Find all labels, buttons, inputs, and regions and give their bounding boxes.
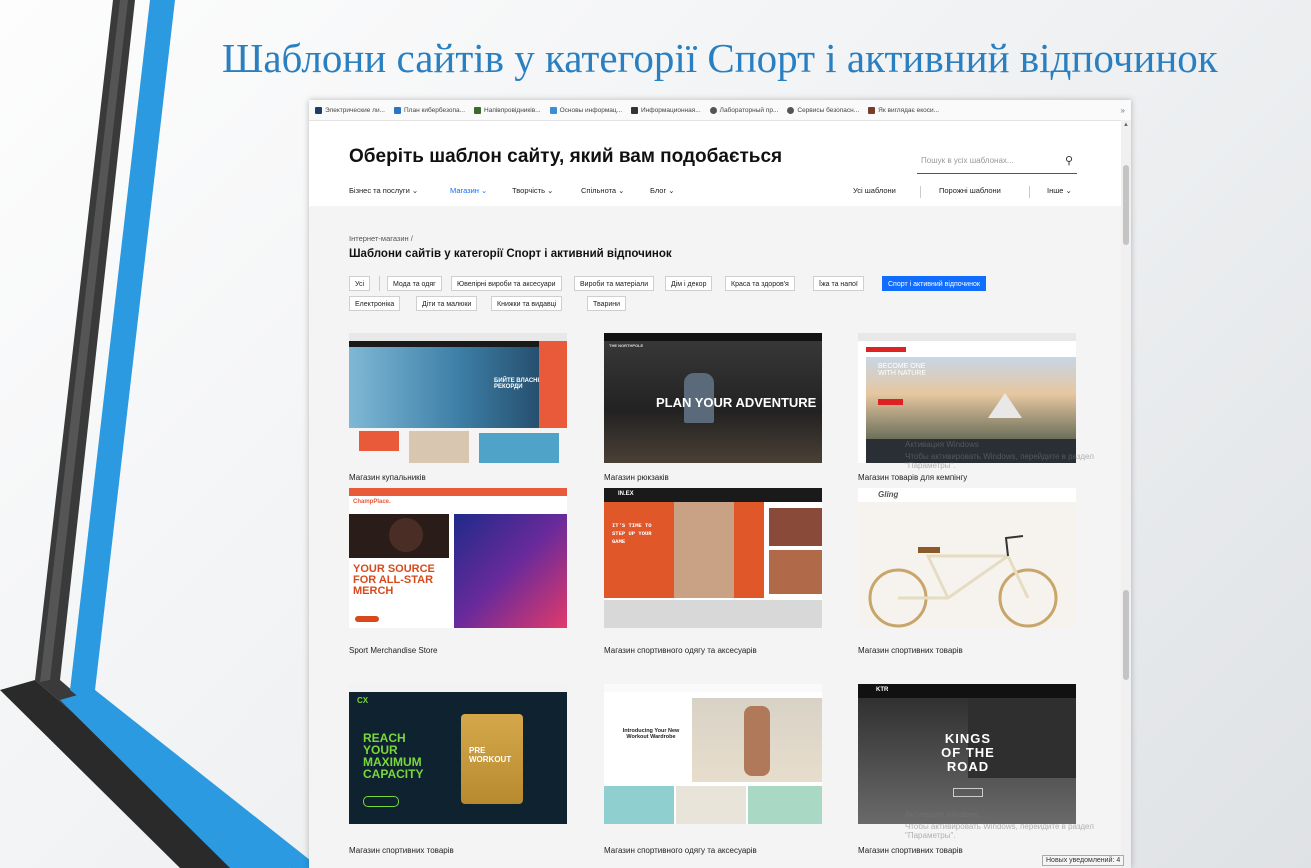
chip-all[interactable]: Усі [349,276,371,291]
template-thumbnail[interactable]: ChampPlace. YOUR SOURCE FOR ALL-STAR MER… [349,488,567,628]
scrollbar-thumb[interactable] [1123,165,1129,245]
nav-creativity[interactable]: Творчість ⌄ [512,186,553,195]
nav-blank-templates[interactable]: Порожні шаблони [939,186,1001,195]
search-icon[interactable]: ⚲ [1065,154,1073,167]
thumbnail-brand: Gling [878,490,899,499]
thumbnail-brand: KTR [876,687,889,693]
bookmark-item[interactable]: Сервисы безопасн... [787,106,859,114]
template-thumbnail[interactable]: БИЙТЕ ВЛАСНІ РЕКОРДИ [349,333,567,463]
template-thumbnail[interactable]: KTR KINGS OF THE ROAD [858,684,1076,824]
nav-divider [920,186,921,198]
windows-activation-text: Чтобы активировать Windows, перейдите в … [905,822,1094,840]
template-thumbnail[interactable]: IN.EX IT'S TIME TO STEP UP YOUR GAME [604,488,822,628]
template-card[interactable]: CX REACH YOUR MAXIMUM CAPACITY PRE WORKO… [349,684,567,859]
browser-window: Электрические ли... План кибербезопа... … [309,100,1131,868]
thumbnail-headline: BECOME ONE WITH NATURE [878,363,927,377]
windows-activation-text: Чтобы активировать Windows, перейдите в … [905,452,1094,470]
scrollbar-thumb[interactable] [1123,590,1129,680]
bookmark-item[interactable]: Напівпровідників... [474,106,541,114]
nav-all-templates[interactable]: Усі шаблони [853,186,896,195]
template-card[interactable]: Gling Магазин спортивних товарів [858,488,1076,663]
nav-divider [1029,186,1030,198]
notifications-badge[interactable]: Новых уведомлений: 4 [1042,855,1125,866]
slide-title: Шаблони сайтів у категорії Спорт і актив… [222,35,1218,81]
chip-pets[interactable]: Тварини [587,296,627,311]
bookmark-item[interactable]: Лабораторный пр... [709,106,778,114]
templates-content: Інтернет-магазин / Шаблони сайтів у кате… [309,206,1121,868]
nav-shop[interactable]: Магазин ⌄ [450,186,487,195]
bookmarks-more-button[interactable]: » [1121,106,1125,115]
chip-beauty[interactable]: Краса та здоров'я [725,276,795,291]
chip-books[interactable]: Книжки та видавці [491,296,563,311]
template-thumbnail[interactable]: THE NORTHPOLE PLAN YOUR ADVENTURE [604,333,822,463]
template-card[interactable]: THE NORTHPOLE PLAN YOUR ADVENTURE Магази… [604,333,822,493]
template-name[interactable]: Магазин спортивного одягу та аксесуарів [604,646,757,655]
bookmark-item[interactable]: Информационная... [631,106,701,114]
thumbnail-headline: KINGS OF THE ROAD [941,731,995,774]
thumbnail-headline: REACH YOUR MAXIMUM CAPACITY [363,731,424,781]
bicycle-illustration [868,535,1058,628]
chip-kids[interactable]: Діти та малюки [416,296,478,311]
nav-community[interactable]: Спільнота ⌄ [581,186,624,195]
category-title: Шаблони сайтів у категорії Спорт і актив… [349,248,672,260]
bookmark-item[interactable]: План кибербезопа... [394,106,465,114]
chip-electronics[interactable]: Електроніка [349,296,401,311]
bookmark-item[interactable]: Як виглядає екоси... [868,106,939,114]
chip-divider [379,276,380,291]
windows-activation-title: Активация Windows [905,810,979,819]
bookmark-item[interactable]: Электрические ли... [315,106,385,114]
template-name[interactable]: Магазин спортивних товарів [349,846,454,855]
thumbnail-brand: ChampPlace. [353,499,391,505]
template-thumbnail[interactable]: Introducing Your New Workout Wardrobe [604,684,822,824]
search-input[interactable]: Пошук в усіх шаблонах... ⚲ [917,151,1077,174]
thumbnail-headline: IT'S TIME TO STEP UP YOUR GAME [612,522,652,545]
nav-business[interactable]: Бізнес та послуги ⌄ [349,186,418,195]
template-thumbnail[interactable]: Gling [858,488,1076,628]
chip-sport-active[interactable]: Спорт і активний відпочинок [882,276,986,291]
template-card[interactable]: Introducing Your New Workout Wardrobe Ма… [604,684,822,859]
template-name[interactable]: Магазин спортивних товарів [858,646,963,655]
template-card[interactable]: БИЙТЕ ВЛАСНІ РЕКОРДИ Магазин купальників [349,333,567,493]
chip-home-decor[interactable]: Дім і декор [665,276,713,291]
breadcrumb[interactable]: Інтернет-магазин / [349,234,413,243]
template-card[interactable]: IN.EX IT'S TIME TO STEP UP YOUR GAME Маг… [604,488,822,663]
thumbnail-headline: Introducing Your New Workout Wardrobe [622,728,680,740]
page-scrollbar[interactable]: ▲ [1121,120,1131,868]
nav-blog[interactable]: Блог ⌄ [650,186,675,195]
chip-fashion[interactable]: Мода та одяг [387,276,442,291]
template-name[interactable]: Магазин спортивних товарів [858,846,963,855]
windows-activation-title: Активация Windows [905,440,979,449]
template-card[interactable]: ChampPlace. YOUR SOURCE FOR ALL-STAR MER… [349,488,567,663]
thumbnail-headline: PLAN YOUR ADVENTURE [656,395,817,410]
template-name[interactable]: Магазин купальників [349,473,426,482]
chip-jewelry[interactable]: Ювелірні вироби та аксесуари [451,276,562,291]
category-nav: Бізнес та послуги ⌄ Магазин ⌄ Творчість … [349,186,1089,206]
bookmarks-bar: Электрические ли... План кибербезопа... … [309,100,1131,121]
thumbnail-headline: БИЙТЕ ВЛАСНІ РЕКОРДИ [494,378,540,390]
template-name[interactable]: Магазин спортивного одягу та аксесуарів [604,846,757,855]
template-name[interactable]: Sport Merchandise Store [349,646,438,655]
template-thumbnail[interactable]: CX REACH YOUR MAXIMUM CAPACITY PRE WORKO… [349,684,567,824]
chip-food[interactable]: Їжа та напої [813,276,864,291]
scroll-up-arrow-icon[interactable]: ▲ [1123,122,1129,128]
template-name[interactable]: Магазин товарів для кемпінгу [858,473,967,482]
thumbnail-headline: YOUR SOURCE FOR ALL-STAR MERCH [353,563,435,597]
nav-more[interactable]: Інше ⌄ [1047,186,1072,195]
template-name[interactable]: Магазин рюкзаків [604,473,669,482]
thumbnail-brand: CX [357,696,369,705]
chip-crafts[interactable]: Вироби та матеріали [574,276,655,291]
page-title: Оберіть шаблон сайту, який вам подобаєть… [349,146,783,167]
thumbnail-brand: IN.EX [618,491,634,497]
search-placeholder: Пошук в усіх шаблонах... [921,156,1014,165]
decorative-stripes [0,0,320,868]
thumbnail-brand: THE NORTHPOLE [609,343,644,348]
thumbnail-badge: PRE WORKOUT [469,746,512,764]
bookmark-item[interactable]: Основы информац... [549,106,622,114]
